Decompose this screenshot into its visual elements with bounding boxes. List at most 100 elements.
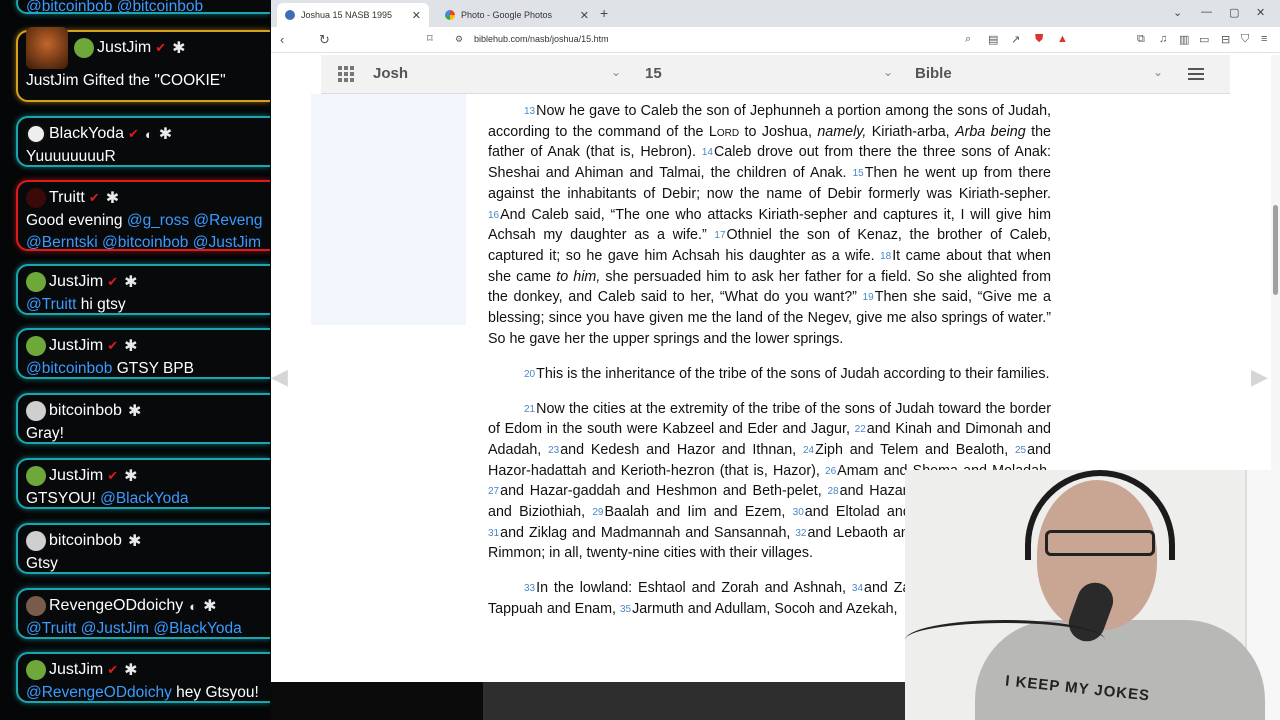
gear-icon: ✱ <box>124 662 138 679</box>
apps-grid-icon[interactable] <box>338 66 354 82</box>
chevron-down-icon[interactable]: ⌄ <box>611 65 621 79</box>
media-icon[interactable]: ♫ <box>1159 33 1167 45</box>
chat-mention: @Berntski @bitcoinbob @JustJim <box>26 234 262 251</box>
verse-number[interactable]: 33 <box>524 583 535 594</box>
chat-username[interactable]: JustJim <box>49 661 103 679</box>
verse-number[interactable]: 30 <box>793 507 804 518</box>
gear-icon: ✱ <box>127 403 142 420</box>
maximize-icon[interactable]: ▢ <box>1229 6 1239 19</box>
tab-joshua[interactable]: Joshua 15 NASB 1995 ✕ <box>277 3 429 27</box>
scrollbar-thumb[interactable] <box>1273 205 1278 295</box>
glasses-icon <box>1045 530 1155 556</box>
chat-overlay: @bitcoinbob @bitcoinbob JustJim ✔ ✱ Just… <box>0 0 270 720</box>
chat-username[interactable]: Truitt <box>49 189 85 207</box>
chat-username[interactable]: JustJim <box>97 39 151 57</box>
bookmark-icon[interactable]: ⌑ <box>427 32 433 45</box>
new-tab-button[interactable]: + <box>600 5 608 21</box>
chat-mention: @bitcoinbob @bitcoinbob <box>26 0 204 15</box>
check-icon: ✔ <box>107 274 119 289</box>
reload-icon[interactable]: ↻ <box>319 32 330 48</box>
verse-number[interactable]: 22 <box>855 424 866 435</box>
chat-text: YuuuuuuuuR <box>26 148 116 165</box>
chat-text: Gray! <box>26 425 64 442</box>
next-chapter-icon[interactable]: ▶ <box>1251 364 1268 390</box>
chat-username[interactable]: RevengeODdoichy <box>49 597 183 615</box>
chat-message: BlackYoda ✔ ◐ ✱ YuuuuuuuuR <box>16 116 270 167</box>
back-icon[interactable]: ‹ <box>280 32 284 47</box>
biblehub-favicon-icon <box>285 10 295 20</box>
verse-number[interactable]: 19 <box>863 292 874 303</box>
verse-number[interactable]: 21 <box>524 404 535 415</box>
chat-text: GTSYOU! @BlackYoda <box>26 490 189 507</box>
minimize-icon[interactable]: — <box>1201 6 1212 18</box>
verse-number[interactable]: 23 <box>548 445 559 456</box>
chat-username[interactable]: BlackYoda <box>49 125 124 143</box>
avatar <box>26 401 46 421</box>
paragraph: 20This is the inheritance of the tribe o… <box>524 365 1050 382</box>
sidebar-icon[interactable]: ▥ <box>1179 33 1189 46</box>
mic-cable <box>905 620 1105 660</box>
site-info-icon[interactable]: ⚙ <box>455 34 463 45</box>
shield-icon: ◐ <box>144 126 153 142</box>
avatar <box>26 188 46 208</box>
verse-number[interactable]: 17 <box>714 230 725 241</box>
vpn-icon[interactable]: ⊟ <box>1221 33 1230 46</box>
verse-number[interactable]: 32 <box>795 528 806 539</box>
tab-search-icon[interactable]: ⌄ <box>1173 6 1182 19</box>
shield-icon[interactable]: ⛉ <box>1241 33 1249 46</box>
verse-number[interactable]: 18 <box>880 251 891 262</box>
gear-icon: ✱ <box>172 40 186 57</box>
brave-shield-icon[interactable]: ⛊ <box>1035 33 1043 46</box>
verse-number[interactable]: 29 <box>592 507 603 518</box>
verse-number[interactable]: 27 <box>488 486 499 497</box>
chapter-select[interactable]: 15 <box>645 65 662 82</box>
chat-mention: @Truitt @JustJim @BlackYoda <box>26 620 242 637</box>
verse-number[interactable]: 35 <box>620 604 631 615</box>
verse-number[interactable]: 28 <box>828 486 839 497</box>
chat-username[interactable]: bitcoinbob <box>49 402 122 420</box>
chat-username[interactable]: JustJim <box>49 337 103 355</box>
verse-number[interactable]: 13 <box>524 106 535 117</box>
chat-message: @bitcoinbob @bitcoinbob <box>16 0 270 15</box>
verse-number[interactable]: 26 <box>825 466 836 477</box>
brave-rewards-icon[interactable]: ▲ <box>1057 33 1068 45</box>
close-icon[interactable]: ✕ <box>412 9 421 22</box>
chevron-down-icon[interactable]: ⌄ <box>1153 65 1163 79</box>
shield-icon: ◐ <box>189 598 198 614</box>
chat-username[interactable]: bitcoinbob <box>49 532 122 550</box>
chat-message: JustJim ✔ ✱ @RevengeODdoichy hey Gtsyou! <box>16 652 270 703</box>
extensions-icon[interactable]: ⧉ <box>1137 33 1145 46</box>
share-icon[interactable]: ↗ <box>1011 33 1020 46</box>
chat-username[interactable]: JustJim <box>49 273 103 291</box>
tab-google-photos[interactable]: Photo - Google Photos ✕ <box>437 3 597 27</box>
check-icon: ✔ <box>107 338 119 353</box>
previous-chapter-icon[interactable]: ◀ <box>271 364 288 390</box>
screen: @bitcoinbob @bitcoinbob JustJim ✔ ✱ Just… <box>0 0 1280 720</box>
hamburger-menu-icon[interactable] <box>1188 68 1204 80</box>
browser-toolbar: ‹ ↻ ⌑ ⚙ biblehub.com/nasb/joshua/15.htm … <box>271 27 1280 53</box>
chat-message: bitcoinbob ✱ Gray! <box>16 393 270 444</box>
verse-number[interactable]: 25 <box>1015 445 1026 456</box>
close-window-icon[interactable]: ✕ <box>1256 6 1265 19</box>
gear-icon: ✱ <box>203 598 217 615</box>
verse-number[interactable]: 16 <box>488 210 499 221</box>
zoom-icon[interactable]: ⌕ <box>965 33 971 46</box>
menu-icon[interactable]: ≡ <box>1261 33 1267 45</box>
verse-number[interactable]: 15 <box>853 168 864 179</box>
badge-avatar <box>26 27 68 69</box>
verse-number[interactable]: 31 <box>488 528 499 539</box>
book-select[interactable]: Josh <box>373 65 408 82</box>
verse-number[interactable]: 20 <box>524 369 535 380</box>
verse-number[interactable]: 24 <box>803 445 814 456</box>
wallet-icon[interactable]: ▭ <box>1199 33 1209 46</box>
chat-username[interactable]: JustJim <box>49 467 103 485</box>
close-icon[interactable]: ✕ <box>580 9 589 22</box>
version-select[interactable]: Bible <box>915 65 952 82</box>
avatar <box>26 466 46 486</box>
chat-text: Gtsy <box>26 555 58 572</box>
verse-number[interactable]: 34 <box>852 583 863 594</box>
reader-icon[interactable]: ▤ <box>988 33 998 46</box>
chevron-down-icon[interactable]: ⌄ <box>883 65 893 79</box>
url-text: biblehub.com/nasb/joshua/15.htm <box>474 34 609 44</box>
verse-number[interactable]: 14 <box>702 147 713 158</box>
